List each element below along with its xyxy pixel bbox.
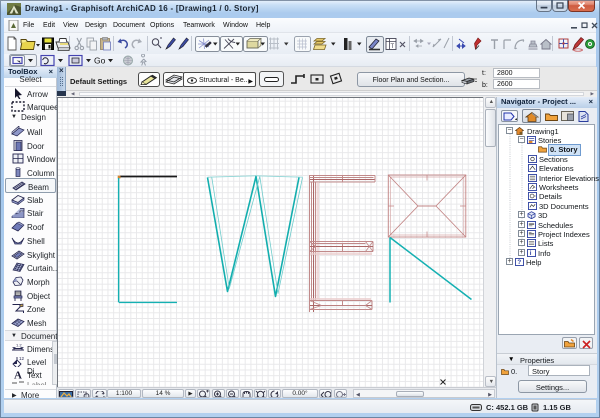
svg-text:1.2: 1.2	[16, 343, 22, 348]
svg-text:Go: Go	[94, 56, 106, 66]
svg-text:12: 12	[19, 356, 25, 361]
svg-text:i: i	[530, 250, 532, 257]
svg-text:T: T	[391, 44, 395, 50]
svg-text:?: ?	[517, 259, 521, 266]
svg-text:A: A	[14, 370, 22, 381]
